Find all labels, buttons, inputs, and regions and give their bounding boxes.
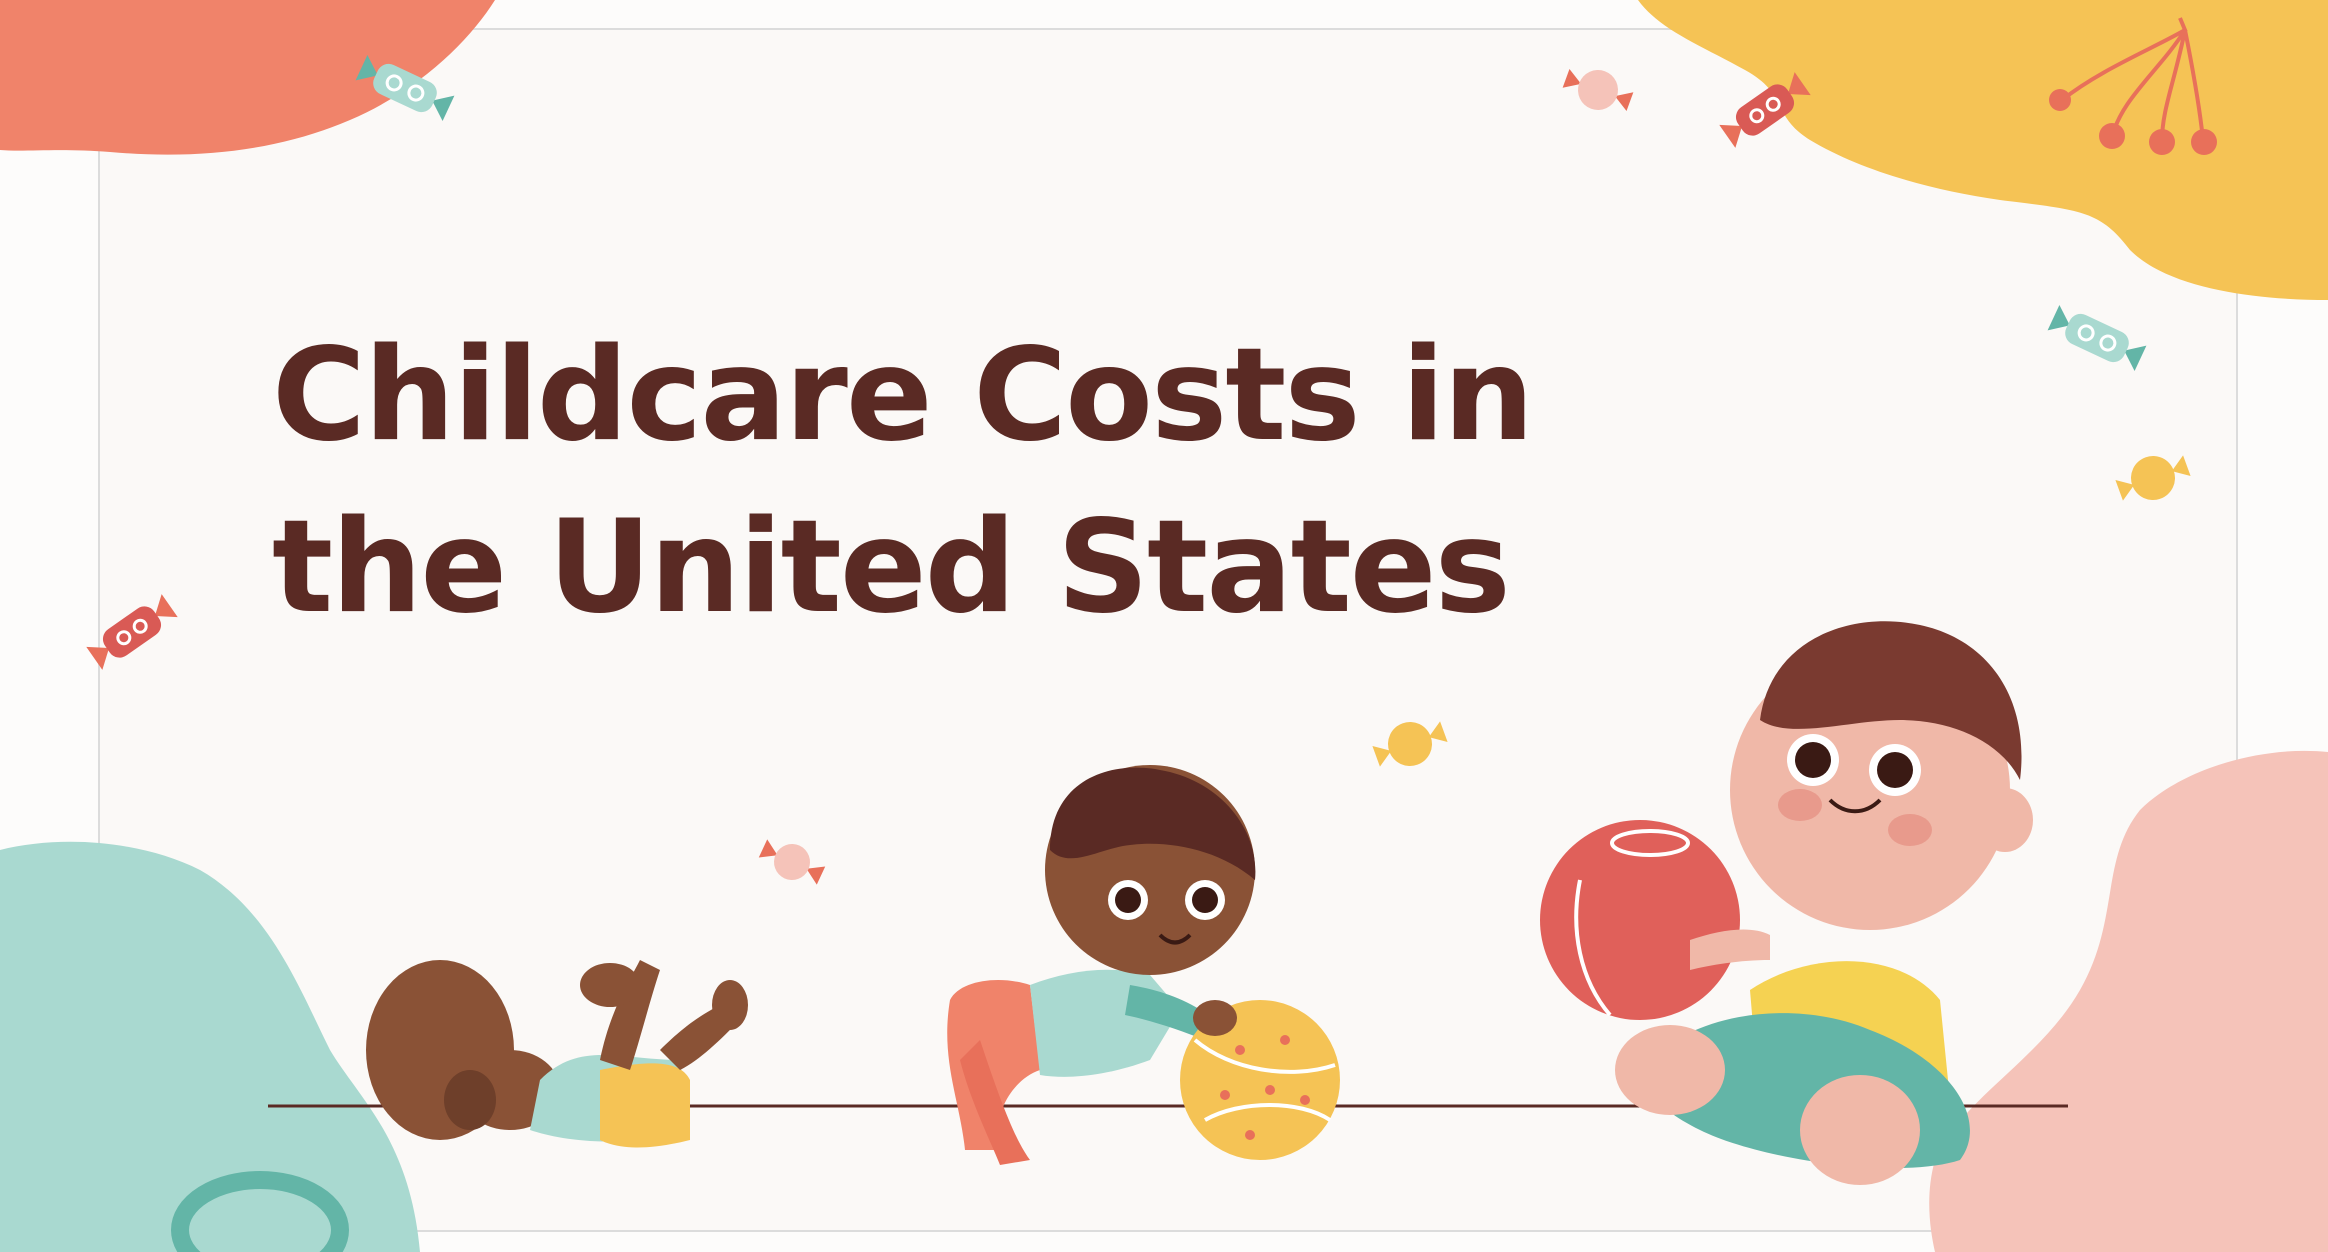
candy-icon: [1562, 68, 1634, 112]
crawling-baby: [366, 960, 748, 1148]
candy-icon: [2047, 305, 2147, 371]
title-line-1: Childcare Costs in: [272, 321, 1534, 470]
yellow-blob: [1638, 0, 2328, 300]
page-title: Childcare Costs in the United States: [272, 310, 1672, 654]
candy-icon: [86, 594, 178, 670]
slide: Childcare Costs in the United States: [0, 0, 2328, 1252]
coral-blob: [0, 0, 495, 155]
sitting-baby-with-ball: [1540, 621, 2033, 1185]
candy-icon: [758, 839, 826, 885]
candy-icon: [1372, 721, 1448, 767]
title-line-2: the United States: [272, 493, 1511, 642]
candy-icon: [2115, 455, 2191, 501]
